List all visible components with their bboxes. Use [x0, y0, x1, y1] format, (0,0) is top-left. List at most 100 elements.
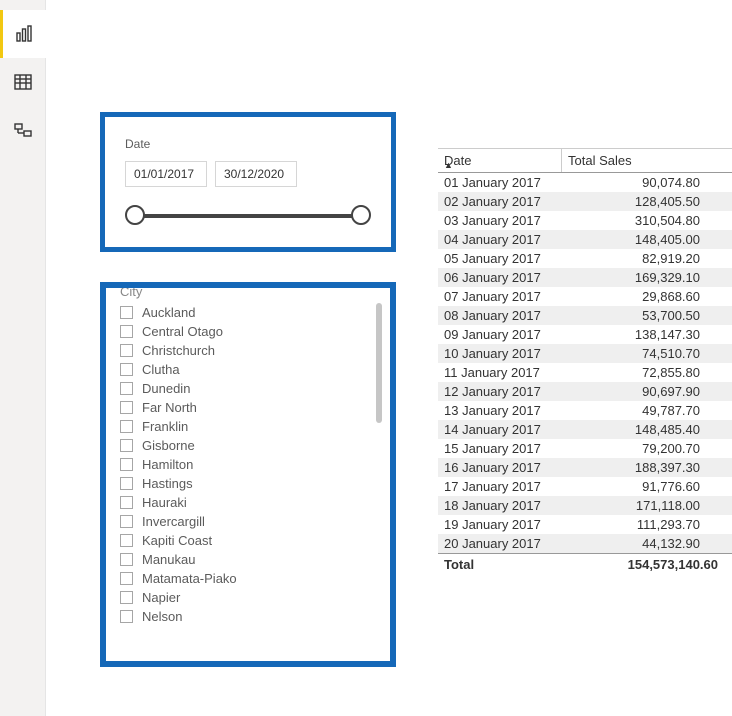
table-row[interactable]: 06 January 2017169,329.10	[438, 268, 732, 287]
table-row[interactable]: 05 January 201782,919.20	[438, 249, 732, 268]
table-row[interactable]: 04 January 2017148,405.00	[438, 230, 732, 249]
city-item-label: Christchurch	[142, 343, 215, 358]
checkbox-icon[interactable]	[120, 515, 133, 528]
city-item[interactable]: Auckland	[120, 303, 382, 322]
cell-sales: 138,147.30	[562, 325, 732, 344]
city-item-label: Hastings	[142, 476, 193, 491]
column-header-total-sales[interactable]: Total Sales	[562, 149, 732, 172]
cell-date: 10 January 2017	[438, 344, 562, 363]
city-item[interactable]: Manukau	[120, 550, 382, 569]
table-row[interactable]: 20 January 201744,132.90	[438, 534, 732, 553]
cell-date: 17 January 2017	[438, 477, 562, 496]
city-item[interactable]: Central Otago	[120, 322, 382, 341]
date-start-input[interactable]: 01/01/2017	[125, 161, 207, 187]
date-slicer[interactable]: Date 01/01/2017 30/12/2020	[100, 112, 396, 252]
table-row[interactable]: 10 January 201774,510.70	[438, 344, 732, 363]
checkbox-icon[interactable]	[120, 382, 133, 395]
table-row[interactable]: 14 January 2017148,485.40	[438, 420, 732, 439]
table-row[interactable]: 07 January 201729,868.60	[438, 287, 732, 306]
date-range-slider[interactable]	[125, 205, 371, 225]
table-row[interactable]: 01 January 201790,074.80	[438, 173, 732, 192]
city-item[interactable]: Franklin	[120, 417, 382, 436]
city-item-label: Gisborne	[142, 438, 195, 453]
city-item[interactable]: Kapiti Coast	[120, 531, 382, 550]
cell-sales: 82,919.20	[562, 249, 732, 268]
table-row[interactable]: 08 January 201753,700.50	[438, 306, 732, 325]
checkbox-icon[interactable]	[120, 553, 133, 566]
table-row[interactable]: 18 January 2017171,118.00	[438, 496, 732, 515]
cell-sales: 128,405.50	[562, 192, 732, 211]
table-row[interactable]: 03 January 2017310,504.80	[438, 211, 732, 230]
slider-handle-end[interactable]	[351, 205, 371, 225]
city-item[interactable]: Hastings	[120, 474, 382, 493]
cell-date: 12 January 2017	[438, 382, 562, 401]
city-item[interactable]: Hauraki	[120, 493, 382, 512]
checkbox-icon[interactable]	[120, 534, 133, 547]
city-item[interactable]: Far North	[120, 398, 382, 417]
city-item[interactable]: Christchurch	[120, 341, 382, 360]
city-item-label: Kapiti Coast	[142, 533, 212, 548]
checkbox-icon[interactable]	[120, 591, 133, 604]
checkbox-icon[interactable]	[120, 306, 133, 319]
table-row[interactable]: 13 January 201749,787.70	[438, 401, 732, 420]
city-item-label: Manukau	[142, 552, 195, 567]
checkbox-icon[interactable]	[120, 325, 133, 338]
city-scrollbar[interactable]	[376, 303, 382, 423]
cell-sales: 111,293.70	[562, 515, 732, 534]
checkbox-icon[interactable]	[120, 344, 133, 357]
city-slicer[interactable]: City AucklandCentral Otago Christchurch Cl…	[100, 282, 396, 667]
cell-sales: 90,074.80	[562, 173, 732, 192]
bar-chart-icon	[15, 25, 33, 43]
table-row[interactable]: 15 January 201779,200.70	[438, 439, 732, 458]
city-item[interactable]: Clutha	[120, 360, 382, 379]
column-header-date[interactable]: Date ▲	[438, 149, 562, 172]
city-item[interactable]: Napier	[120, 588, 382, 607]
city-item[interactable]: Dunedin	[120, 379, 382, 398]
city-item-label: Far North	[142, 400, 197, 415]
checkbox-icon[interactable]	[120, 477, 133, 490]
checkbox-icon[interactable]	[120, 610, 133, 623]
cell-date: 19 January 2017	[438, 515, 562, 534]
table-row[interactable]: 11 January 201772,855.80	[438, 363, 732, 382]
data-view-button[interactable]	[0, 58, 46, 106]
cell-date: 06 January 2017	[438, 268, 562, 287]
table-row[interactable]: 19 January 2017111,293.70	[438, 515, 732, 534]
cell-date: 05 January 2017	[438, 249, 562, 268]
checkbox-icon[interactable]	[120, 572, 133, 585]
sort-ascending-icon: ▲	[444, 160, 453, 170]
total-label: Total	[438, 554, 562, 575]
sales-table[interactable]: Date ▲ Total Sales 01 January 201790,074…	[438, 148, 732, 575]
slider-handle-start[interactable]	[125, 205, 145, 225]
table-row[interactable]: 09 January 2017138,147.30	[438, 325, 732, 344]
table-row[interactable]: 12 January 201790,697.90	[438, 382, 732, 401]
checkbox-icon[interactable]	[120, 363, 133, 376]
cell-sales: 44,132.90	[562, 534, 732, 553]
checkbox-icon[interactable]	[120, 458, 133, 471]
cell-sales: 169,329.10	[562, 268, 732, 287]
city-item-label: Hauraki	[142, 495, 187, 510]
model-view-button[interactable]	[0, 106, 46, 154]
city-item[interactable]: Hamilton	[120, 455, 382, 474]
city-slicer-title: City	[120, 284, 382, 299]
cell-date: 15 January 2017	[438, 439, 562, 458]
city-item[interactable]: Nelson	[120, 607, 382, 626]
cell-sales: 72,855.80	[562, 363, 732, 382]
city-item-label: Dunedin	[142, 381, 190, 396]
report-view-button[interactable]	[0, 10, 46, 58]
checkbox-icon[interactable]	[120, 439, 133, 452]
table-row[interactable]: 16 January 2017188,397.30	[438, 458, 732, 477]
checkbox-icon[interactable]	[120, 420, 133, 433]
city-item[interactable]: Gisborne	[120, 436, 382, 455]
table-header: Date ▲ Total Sales	[438, 149, 732, 173]
checkbox-icon[interactable]	[120, 496, 133, 509]
city-item-label: Franklin	[142, 419, 188, 434]
city-item[interactable]: Matamata-Piako	[120, 569, 382, 588]
table-row[interactable]: 02 January 2017128,405.50	[438, 192, 732, 211]
city-item[interactable]: Invercargill	[120, 512, 382, 531]
table-row[interactable]: 17 January 201791,776.60	[438, 477, 732, 496]
checkbox-icon[interactable]	[120, 401, 133, 414]
cell-date: 02 January 2017	[438, 192, 562, 211]
date-end-input[interactable]: 30/12/2020	[215, 161, 297, 187]
city-item-label: Clutha	[142, 362, 180, 377]
table-icon	[14, 73, 32, 91]
